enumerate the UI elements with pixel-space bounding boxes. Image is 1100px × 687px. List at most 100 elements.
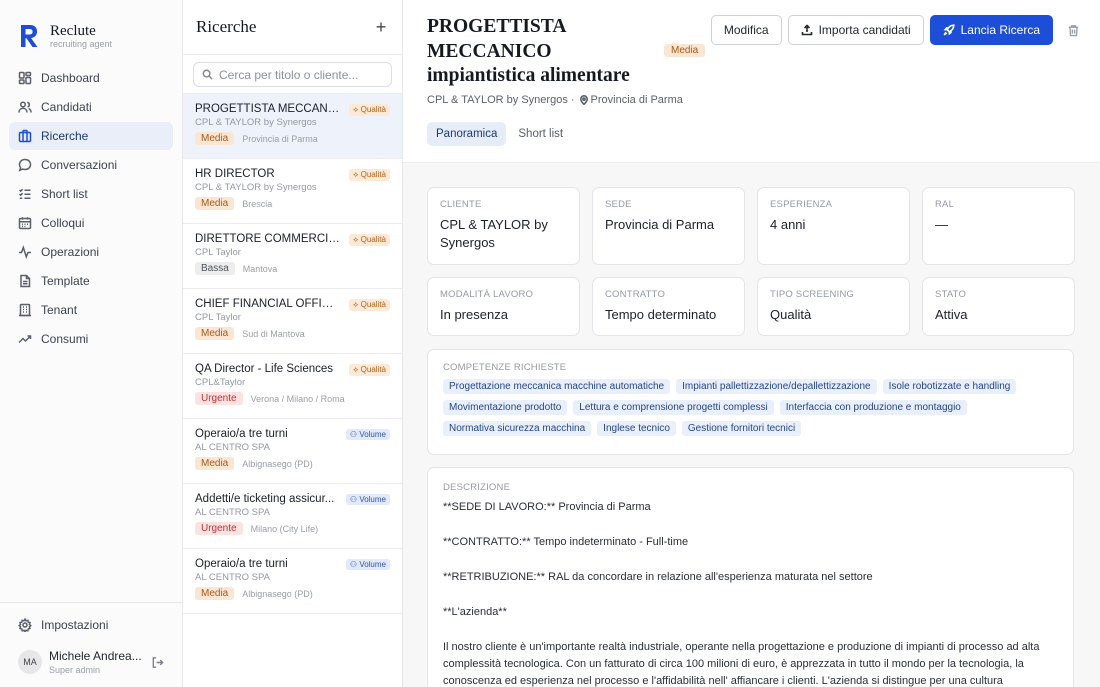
info-card-ral: RAL — <box>922 187 1075 265</box>
edit-button[interactable]: Modifica <box>710 15 782 45</box>
add-search-button[interactable]: + <box>373 18 389 36</box>
list-item-meta: Media Albignasego (PD) <box>195 587 390 600</box>
tab-panoramica[interactable]: Panoramica <box>427 122 507 146</box>
list-item-title: Operaio/a tre turni <box>195 428 288 440</box>
info-card-modalita: MODALITÀ LAVORO In presenza <box>427 277 580 336</box>
nav-item-colloqui[interactable]: Colloqui <box>9 209 173 237</box>
nav-item-label: Dashboard <box>41 71 100 85</box>
info-card-value: 4 anni <box>770 217 806 232</box>
info-card-value: Tempo determinato <box>605 307 717 322</box>
page-title: PROGETTISTA MECCANICO impiantistica alim… <box>427 15 657 89</box>
trend-icon <box>18 335 32 344</box>
info-grid: CLIENTE CPL & TAYLOR by Synergos SEDE Pr… <box>427 187 1076 336</box>
info-card-value: Attiva <box>935 307 968 322</box>
skill-chip: Normativa sicurezza macchina <box>443 421 592 436</box>
nav-item-template[interactable]: Template <box>9 267 173 295</box>
nav-item-dashboard[interactable]: Dashboard <box>9 64 173 92</box>
list-item-client: AL CENTRO SPA <box>195 442 270 453</box>
list-item-client: AL CENTRO SPA <box>195 572 270 583</box>
brand[interactable]: Reclute recruiting agent <box>0 0 182 56</box>
skill-chip: Inglese tecnico <box>597 421 676 436</box>
briefcase-icon <box>18 129 32 143</box>
info-card-screening: TIPO SCREENING Qualità <box>757 277 910 336</box>
description-paragraph: Il nostro cliente è un'importante realtà… <box>443 641 1040 687</box>
app-root: Reclute recruiting agent Dashboard Candi… <box>0 0 1100 687</box>
list-item-meta: Urgente Verona / Milano / Roma <box>195 392 390 405</box>
list-item[interactable]: Operaio/a tre turni AL CENTRO SPA Media … <box>183 419 402 484</box>
list-item-client: CPL Taylor <box>195 312 241 323</box>
list-item-title: DIRETTORE COMMERCIALE <box>195 233 340 245</box>
list-item-client: CPL & TAYLOR by Synergos <box>195 117 317 128</box>
screening-badge-label: Qualità <box>360 105 386 114</box>
user-info: Michele Andrea... Super admin <box>49 649 142 675</box>
screening-badge-label: Qualità <box>360 170 386 179</box>
list-item-location: Albignasego (PD) <box>242 458 313 469</box>
info-card-value: In presenza <box>440 307 508 322</box>
brand-tagline: recruiting agent <box>50 38 113 49</box>
description-paragraph: **L'azienda** <box>443 606 507 618</box>
list-item[interactable]: QA Director - Life Sciences CPL&Taylor U… <box>183 354 402 419</box>
info-card-value: — <box>935 217 948 232</box>
info-card-label: TIPO SCREENING <box>770 289 855 300</box>
sidebar-footer: Impostazioni MA Michele Andrea... Super … <box>0 602 182 687</box>
users-icon <box>18 101 32 113</box>
list-item[interactable]: CHIEF FINANCIAL OFFICE... CPL Taylor Med… <box>183 289 402 354</box>
user-profile[interactable]: MA Michele Andrea... Super admin <box>0 639 182 687</box>
priority-badge: Media <box>195 457 235 470</box>
list-item[interactable]: DIRETTORE COMMERCIALE CPL Taylor Bassa M… <box>183 224 402 289</box>
detail-subtitle: CPL & TAYLOR by Synergos · Provincia di … <box>427 94 1076 106</box>
nav-item-short-list[interactable]: Short list <box>9 180 173 208</box>
detail-tabs: Panoramica Short list <box>427 122 575 146</box>
user-name: Michele Andrea... <box>49 649 142 663</box>
list-item[interactable]: PROGETTISTA MECCANIC... CPL & TAYLOR by … <box>183 94 402 159</box>
nav-item-consumi[interactable]: Consumi <box>9 325 173 353</box>
nav-item-ricerche[interactable]: Ricerche <box>9 122 173 150</box>
priority-badge: Media <box>195 132 235 145</box>
nav-item-label: Operazioni <box>41 245 100 259</box>
nav-item-conversazioni[interactable]: Conversazioni <box>9 151 173 179</box>
chat-icon <box>18 158 32 172</box>
list-item-client: CPL&Taylor <box>195 377 246 388</box>
priority-badge: Media <box>195 587 235 600</box>
list-item-location: Milano (City Life) <box>250 523 319 534</box>
sidebar: Reclute recruiting agent Dashboard Candi… <box>0 0 183 687</box>
list-item[interactable]: Addetti/e ticketing assicur... AL CENTRO… <box>183 484 402 549</box>
priority-badge: Media <box>195 197 235 210</box>
screening-badge-label: Volume <box>359 495 386 504</box>
nav-item-impostazioni[interactable]: Impostazioni <box>9 611 173 639</box>
import-candidates-button[interactable]: Importa candidati <box>787 15 924 45</box>
list-header: Ricerche + <box>183 0 402 55</box>
list-item[interactable]: Operaio/a tre turni AL CENTRO SPA Media … <box>183 549 402 614</box>
list-item-location: Verona / Milano / Roma <box>250 393 345 404</box>
priority-badge: Media <box>195 327 235 340</box>
avatar: MA <box>18 650 42 674</box>
nav-item-label: Conversazioni <box>41 158 118 172</box>
page-title-line: MECCANICO <box>427 40 552 62</box>
description-label: DESCRIZIONE <box>443 482 511 493</box>
list-item-client: AL CENTRO SPA <box>195 507 270 518</box>
info-card-label: SEDE <box>605 199 632 210</box>
screening-badge-label: Qualità <box>360 235 386 244</box>
nav-item-tenant[interactable]: Tenant <box>9 296 173 324</box>
logout-icon[interactable] <box>151 656 164 669</box>
search-list-panel: Ricerche + Cerca per titolo o cliente...… <box>183 0 403 687</box>
skill-chip: Gestione fornitori tecnici <box>681 421 802 436</box>
nav-item-label: Ricerche <box>41 129 89 143</box>
launch-search-button[interactable]: Lancia Ricerca <box>929 15 1053 45</box>
reclute-logo-icon <box>21 25 38 47</box>
list-item-meta: Media Provincia di Parma <box>195 132 390 145</box>
priority-badge: Urgente <box>195 392 243 405</box>
info-card-value: Provincia di Parma <box>605 217 715 232</box>
info-card-sede: SEDE Provincia di Parma <box>592 187 745 265</box>
tab-short-list[interactable]: Short list <box>509 122 572 146</box>
info-card-label: STATO <box>935 289 967 300</box>
search-input[interactable]: Cerca per titolo o cliente... <box>193 62 392 87</box>
trash-icon[interactable] <box>1067 24 1080 37</box>
list-item-title: PROGETTISTA MECCANIC... <box>195 103 340 115</box>
nav-item-label: Short list <box>41 187 88 201</box>
screening-badge: ⚇ Volume <box>345 429 390 440</box>
nav-item-candidati[interactable]: Candidati <box>9 93 173 121</box>
info-card-cliente: CLIENTE CPL & TAYLOR by Synergos <box>427 187 580 265</box>
list-item[interactable]: HR DIRECTOR CPL & TAYLOR by Synergos Med… <box>183 159 402 224</box>
nav-item-operazioni[interactable]: Operazioni <box>9 238 173 266</box>
